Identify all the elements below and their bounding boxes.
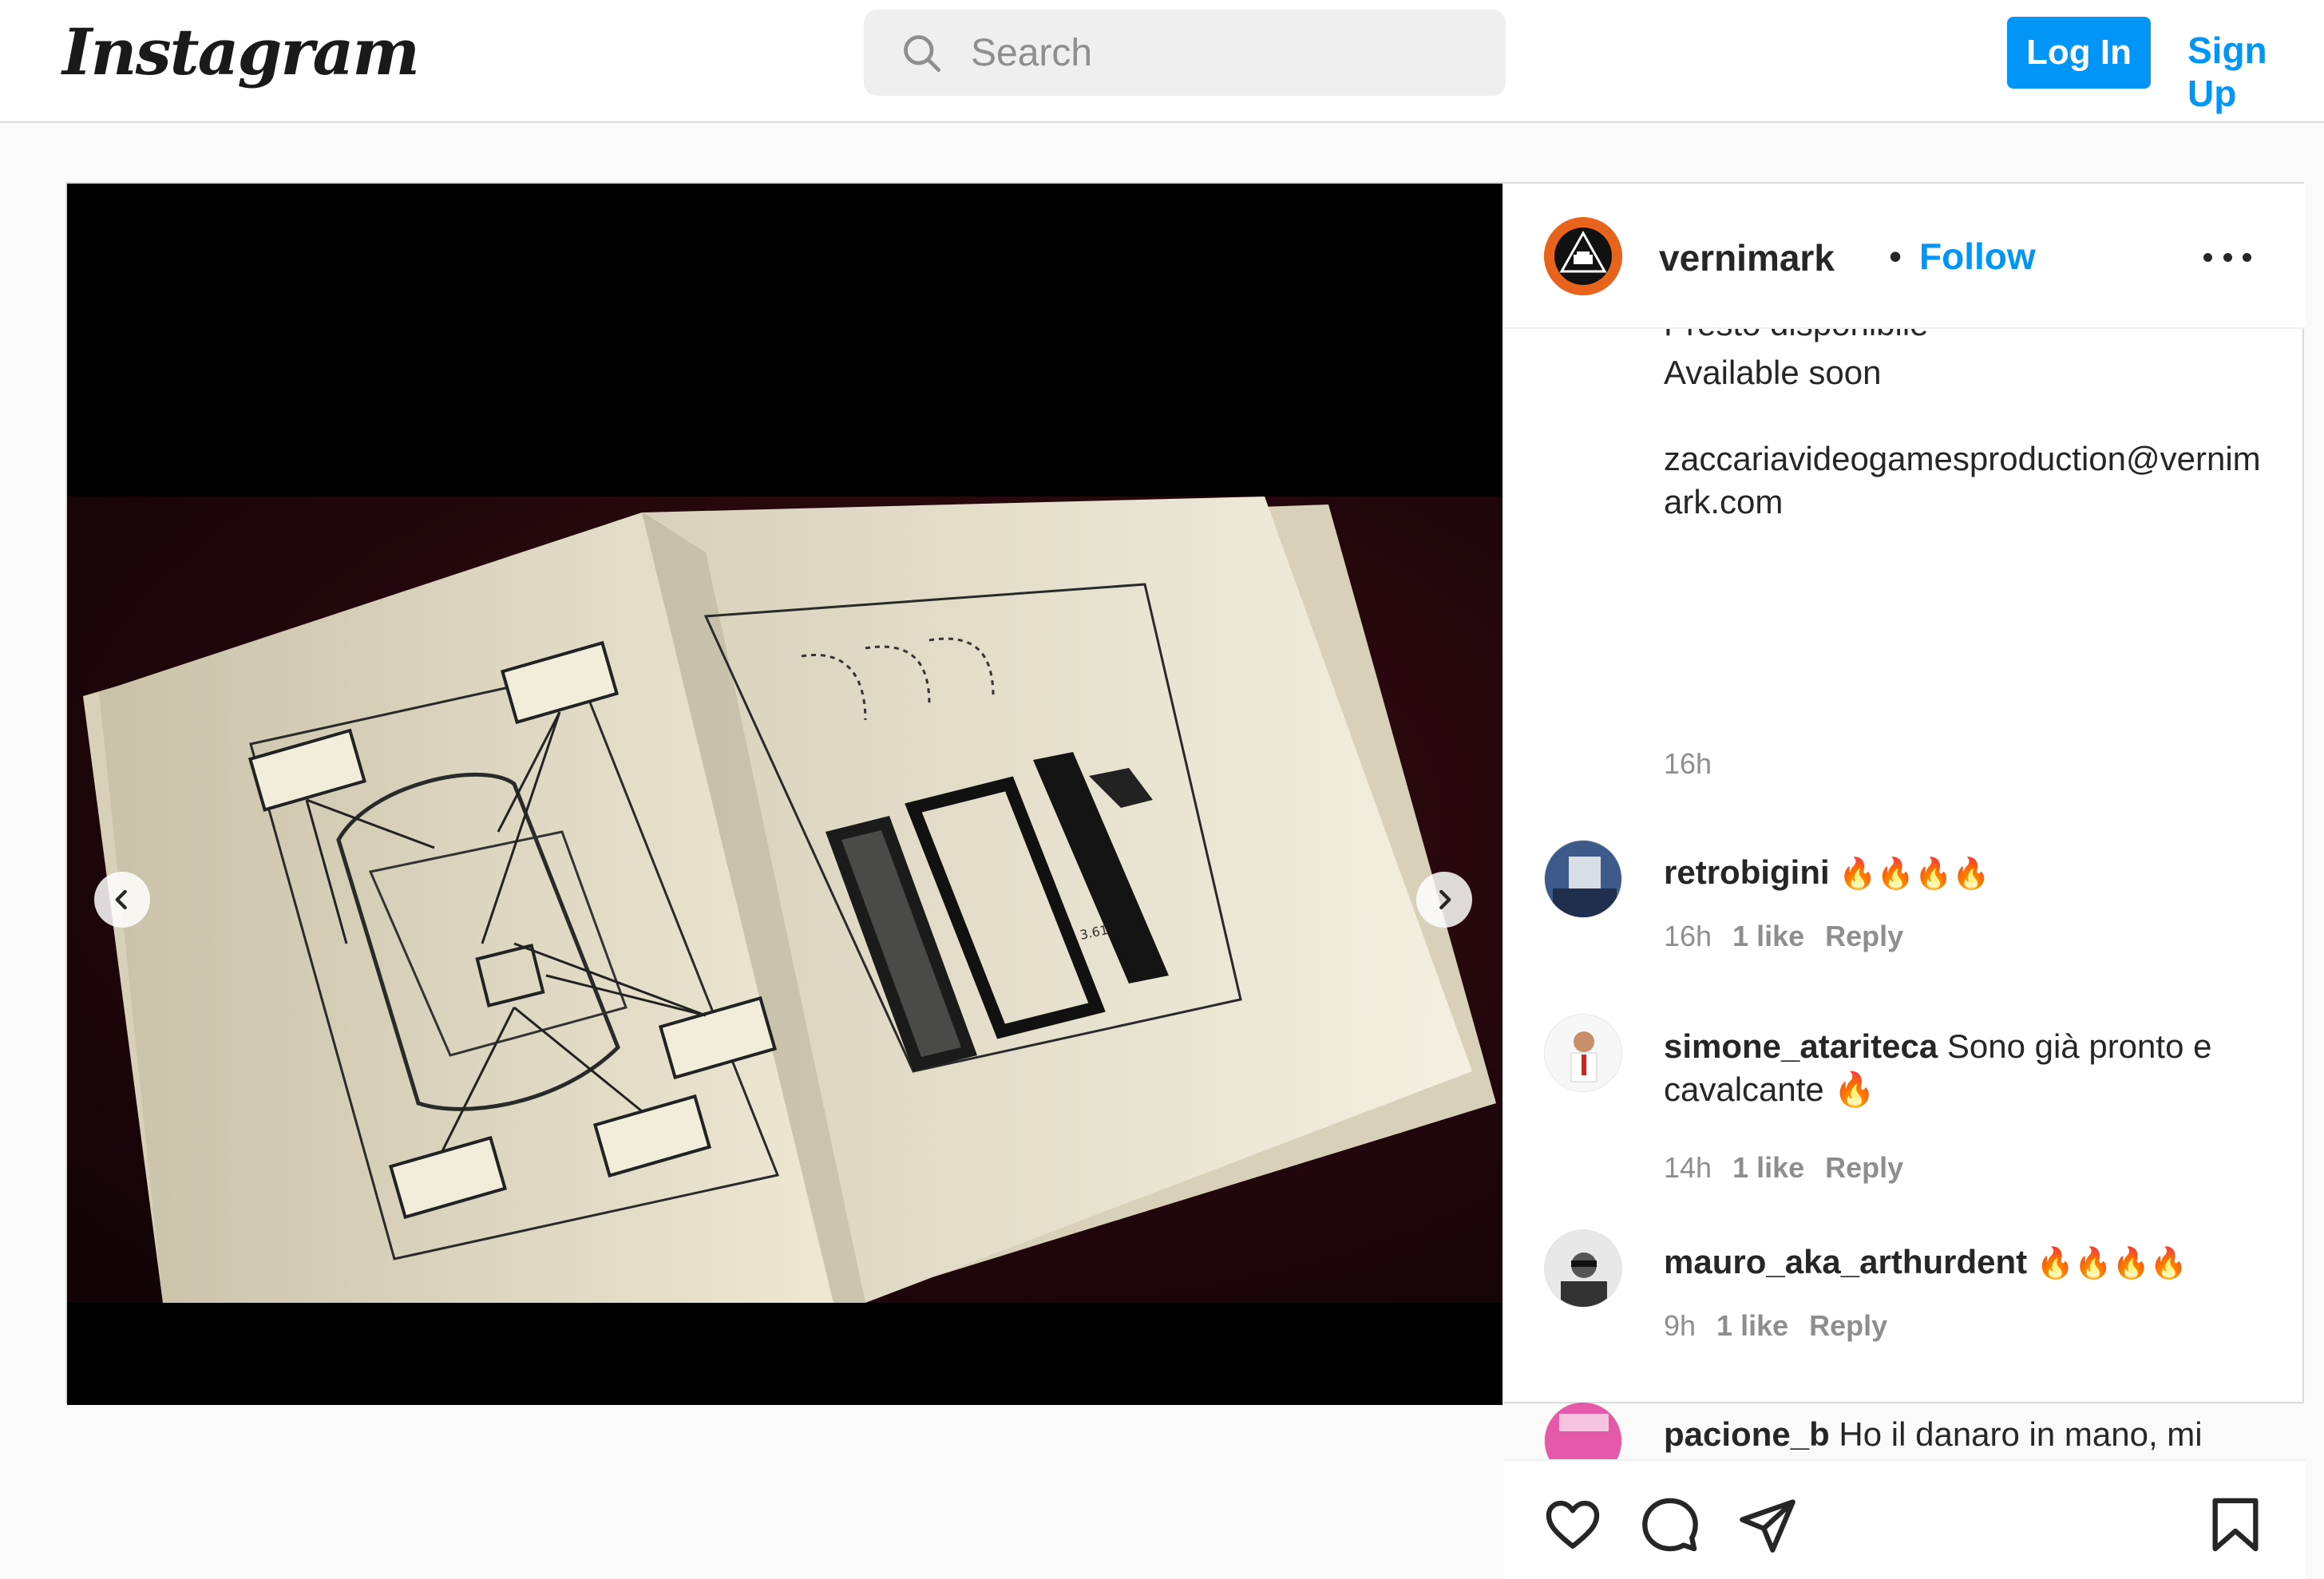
search-bar[interactable] — [864, 10, 1506, 96]
comment-username[interactable]: simone_atariteca — [1664, 1027, 1938, 1065]
commenter-avatar[interactable] — [1544, 1402, 1622, 1461]
follow-button[interactable]: Follow — [1919, 235, 2036, 278]
top-navigation: Instagram Log In Sign Up — [0, 0, 2324, 123]
commenter-avatar[interactable] — [1544, 1014, 1622, 1092]
more-options-icon[interactable] — [2203, 251, 2251, 263]
commenter-avatar[interactable] — [1544, 840, 1622, 918]
next-image-button[interactable] — [1416, 872, 1472, 928]
reply-button[interactable]: Reply — [1809, 1309, 1887, 1343]
comment-bubble-icon[interactable] — [1640, 1494, 1700, 1555]
comment-text: simone_atariteca Sono già pronto e caval… — [1664, 1025, 2271, 1111]
comment-text: mauro_aka_arthurdent 🔥🔥🔥🔥 — [1664, 1241, 2271, 1285]
chevron-right-icon — [1439, 889, 1451, 910]
comment-time[interactable]: 9h — [1664, 1309, 1696, 1343]
separator-dot: • — [1889, 235, 1902, 277]
heart-icon[interactable] — [1542, 1494, 1603, 1555]
comment-text: pacione_b Ho il danaro in mano, mi dica — [1664, 1413, 2271, 1461]
comment-meta: 9h 1 like Reply — [1664, 1309, 1887, 1343]
signup-link[interactable]: Sign Up — [2187, 29, 2324, 115]
paper-plane-icon[interactable] — [1737, 1494, 1798, 1555]
comment-username[interactable]: pacione_b — [1664, 1415, 1830, 1453]
comment-time[interactable]: 14h — [1664, 1151, 1712, 1185]
caption-timestamp[interactable]: 16h — [1664, 747, 1712, 781]
post-card: 3.61 vernimark • Follow Available soon z… — [65, 182, 2306, 1579]
login-button[interactable]: Log In — [2007, 17, 2151, 89]
comments-list[interactable]: Presto disponibile Available soon zaccar… — [1504, 329, 2306, 1461]
comment-time[interactable]: 16h — [1664, 920, 1712, 953]
search-icon — [904, 35, 941, 73]
comment-text: retrobigini 🔥🔥🔥🔥 — [1664, 851, 2271, 896]
caption-text: Available soon zaccariavideogamesproduct… — [1664, 354, 2261, 520]
comment-likes[interactable]: 1 like — [1716, 1309, 1788, 1343]
search-input[interactable] — [971, 30, 1450, 75]
owner-avatar[interactable] — [1544, 217, 1622, 295]
comment-meta: 16h 1 like Reply — [1664, 920, 1903, 953]
comment-username[interactable]: retrobigini — [1664, 853, 1830, 891]
reply-button[interactable]: Reply — [1825, 1151, 1903, 1185]
post-sidebar: vernimark • Follow Presto disponibile Av… — [1502, 184, 2306, 1579]
comment-username[interactable]: mauro_aka_arthurdent — [1664, 1243, 2027, 1280]
comment-body: 🔥🔥🔥🔥 — [1839, 857, 1990, 891]
owner-avatar-logo-icon — [1544, 217, 1622, 295]
commenter-avatar[interactable] — [1544, 1229, 1622, 1308]
chevron-left-icon — [115, 889, 127, 910]
owner-username[interactable]: vernimark — [1659, 236, 1835, 279]
post-header: vernimark • Follow — [1504, 184, 2306, 329]
instagram-logo[interactable]: Instagram — [62, 14, 420, 89]
comment-meta: 14h 1 like Reply — [1664, 1151, 1903, 1185]
comment-likes[interactable]: 1 like — [1732, 920, 1804, 953]
reply-button[interactable]: Reply — [1825, 920, 1903, 953]
post-media[interactable]: 3.61 — [67, 184, 1502, 1405]
bookmark-icon[interactable] — [2205, 1494, 2266, 1555]
comment-likes[interactable]: 1 like — [1732, 1151, 1804, 1185]
comment-body: 🔥🔥🔥🔥 — [2036, 1247, 2188, 1280]
post-photo-open-manual: 3.61 — [67, 497, 1502, 1303]
post-action-bar — [1504, 1459, 2306, 1579]
caption-partial-line: Presto disponibile — [1664, 329, 1929, 343]
previous-image-button[interactable] — [94, 872, 150, 928]
